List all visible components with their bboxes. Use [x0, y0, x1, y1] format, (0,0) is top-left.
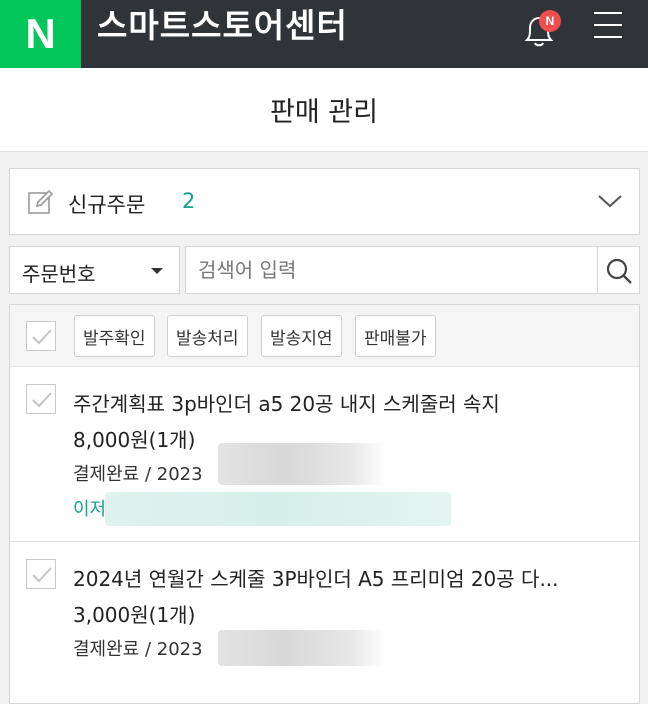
redacted-buyer-info — [105, 492, 451, 526]
edit-icon — [28, 189, 54, 214]
caret-down-icon — [151, 268, 163, 274]
order-item[interactable]: 주간계획표 3p바인더 a5 20공 내지 스케줄러 속지 8,000원(1개)… — [10, 367, 639, 542]
order-item[interactable]: 2024년 연월간 스케줄 3P바인더 A5 프리미엄 20공 다... 3,0… — [10, 542, 639, 702]
order-buyer: 이저 — [73, 499, 107, 520]
select-all-checkbox[interactable] — [26, 321, 56, 351]
page-header: 판매 관리 — [0, 68, 648, 152]
search-input[interactable] — [185, 246, 598, 294]
search-icon — [606, 258, 632, 284]
bulk-action-toolbar: 발주확인 발송처리 발송지연 판매불가 — [10, 305, 639, 367]
cannot-sell-button[interactable]: 판매불가 — [355, 315, 436, 357]
status-label: 신규주문 — [68, 193, 146, 217]
check-icon — [32, 329, 52, 345]
hamburger-menu-icon[interactable] — [594, 12, 626, 44]
check-icon — [32, 567, 52, 583]
delay-shipping-button[interactable]: 발송지연 — [261, 315, 342, 357]
order-checkbox[interactable] — [26, 384, 56, 414]
order-status: 결제완료 / 2023 — [73, 464, 203, 485]
order-product-name: 2024년 연월간 스케줄 3P바인더 A5 프리미엄 20공 다... — [73, 567, 559, 591]
order-product-name: 주간계획표 3p바인더 a5 20공 내지 스케줄러 속지 — [73, 392, 500, 416]
redacted-date — [218, 630, 386, 666]
confirm-order-button[interactable]: 발주확인 — [74, 315, 155, 357]
chevron-down-icon — [598, 195, 622, 208]
order-status: 결제완료 / 2023 — [73, 639, 203, 660]
order-price: 3,000원(1개) — [73, 603, 196, 627]
app-title[interactable]: 스마트스토어센터 — [97, 0, 348, 56]
naver-logo[interactable]: N — [0, 0, 81, 68]
page-title: 판매 관리 — [270, 97, 378, 128]
notification-badge: N — [539, 10, 561, 32]
top-navigation-bar: N 스마트스토어센터 N — [0, 0, 648, 68]
search-field-select[interactable]: 주문번호 — [9, 246, 180, 294]
order-list: 발주확인 발송처리 발송지연 판매불가 주간계획표 3p바인더 a5 20공 내… — [9, 304, 640, 704]
redacted-date — [218, 443, 386, 485]
status-count: 2 — [182, 189, 196, 213]
search-field-select-label: 주문번호 — [22, 262, 96, 286]
order-checkbox[interactable] — [26, 559, 56, 589]
check-icon — [32, 392, 52, 408]
order-status-dropdown[interactable]: 신규주문 2 — [9, 168, 640, 235]
process-shipping-button[interactable]: 발송처리 — [167, 315, 248, 357]
search-button[interactable] — [597, 246, 640, 294]
order-price: 8,000원(1개) — [73, 428, 196, 452]
